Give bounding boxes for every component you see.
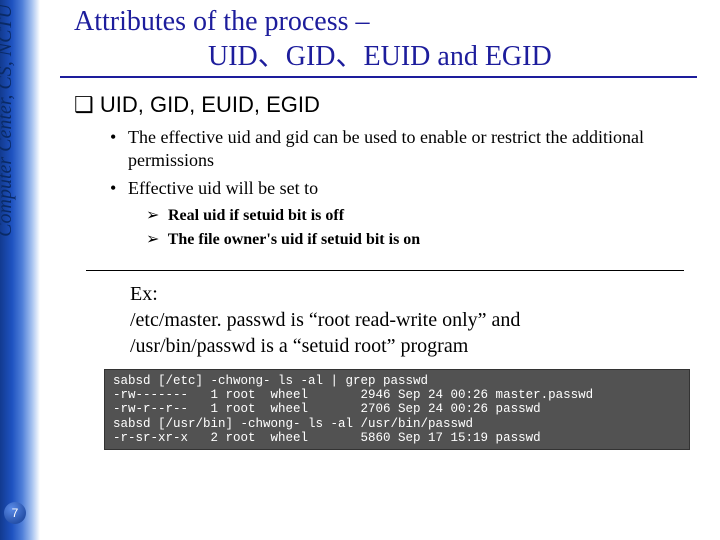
content-area: Attributes of the process – UID、GID、EUID… bbox=[60, 0, 710, 540]
page-number: 7 bbox=[12, 506, 19, 520]
section-heading: ❑ UID, GID, EUID, EGID bbox=[60, 92, 710, 118]
code-block: sabsd [/etc] -chwong- ls -al | grep pass… bbox=[104, 369, 690, 451]
dot-bullet-icon: • bbox=[110, 126, 128, 171]
bullet-text: Real uid if setuid bit is off bbox=[168, 207, 344, 224]
section-heading-text: UID, GID, EUID, EGID bbox=[100, 92, 320, 117]
bullet-level-1: • Effective uid will be set to bbox=[110, 177, 710, 200]
example-line-1: Ex: bbox=[130, 281, 690, 307]
sidebar-label: Computer Center, CS, NCTU bbox=[0, 4, 34, 237]
arrow-bullet-icon: ➢ bbox=[146, 230, 164, 250]
horizontal-divider bbox=[86, 270, 684, 271]
arrow-bullet-icon: ➢ bbox=[146, 206, 164, 226]
square-bullet-icon: ❑ bbox=[74, 92, 94, 117]
bullet-level-2: ➢ Real uid if setuid bit is off bbox=[146, 206, 710, 226]
slide-title: Attributes of the process – UID、GID、EUID… bbox=[60, 4, 710, 74]
slide: Computer Center, CS, NCTU 7 Attributes o… bbox=[0, 0, 720, 540]
title-line-1: Attributes of the process – bbox=[60, 4, 710, 39]
dot-bullet-icon: • bbox=[110, 177, 128, 200]
bullet-text: Effective uid will be set to bbox=[128, 177, 690, 200]
page-number-badge: 7 bbox=[4, 502, 26, 524]
example-block: Ex: /etc/master. passwd is “root read-wr… bbox=[130, 281, 690, 359]
bullet-text: The file owner's uid if setuid bit is on bbox=[168, 231, 420, 248]
bullet-text: The effective uid and gid can be used to… bbox=[128, 126, 690, 171]
bullet-level-1: • The effective uid and gid can be used … bbox=[110, 126, 710, 171]
title-underline bbox=[60, 76, 697, 78]
example-line-2: /etc/master. passwd is “root read-write … bbox=[130, 307, 690, 333]
bullet-level-2: ➢ The file owner's uid if setuid bit is … bbox=[146, 230, 710, 250]
example-line-3: /usr/bin/passwd is a “setuid root” progr… bbox=[130, 333, 690, 359]
title-line-2: UID、GID、EUID and EGID bbox=[60, 39, 710, 74]
